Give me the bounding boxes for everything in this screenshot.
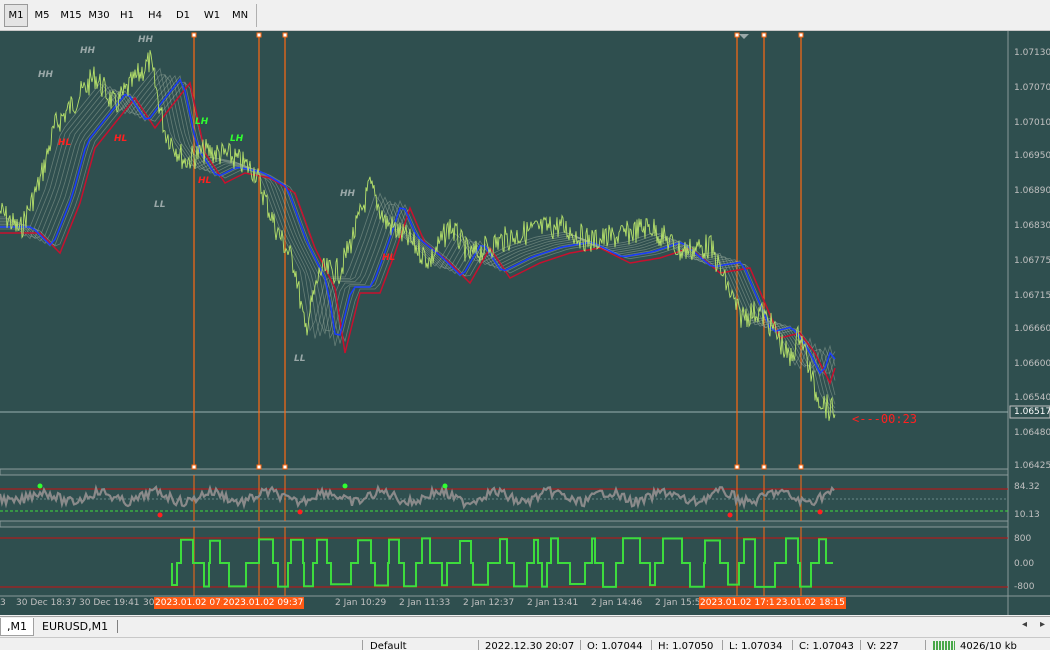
price-tick: 1.06830 [1014, 221, 1050, 231]
session-marker [282, 32, 288, 38]
ma-ribbon-line [0, 82, 836, 374]
swing-label: HL [382, 253, 396, 263]
tf-m30-button[interactable]: M30 [86, 5, 112, 26]
rsi-signal-dot [342, 483, 348, 489]
session-marker [798, 32, 804, 38]
swing-label: HH [38, 70, 54, 80]
session-marker [761, 464, 767, 470]
toolbar-separator [256, 4, 257, 27]
price-tick: 1.06660 [1014, 324, 1050, 334]
histogram-indicator [171, 537, 833, 588]
tab-separator [117, 620, 118, 633]
rsi-line [0, 483, 835, 510]
tf-w1-button[interactable]: W1 [200, 5, 224, 26]
bar-countdown: <---00:23 [852, 412, 918, 426]
time-tick: 2 Jan 12:37 [463, 598, 515, 608]
swing-label: LH [195, 117, 209, 127]
price-tick: 1.06600 [1014, 359, 1050, 369]
price-tick: 1.07010 [1014, 118, 1050, 128]
price-tick: 1.06950 [1014, 151, 1050, 161]
session-marker [282, 464, 288, 470]
tf-m15-button[interactable]: M15 [58, 5, 84, 26]
status-bar: Default 2022.12.30 20:07 O: 1.07044 H: 1… [0, 637, 1050, 650]
tf-mn-button[interactable]: MN [228, 5, 252, 26]
tf-d1-button[interactable]: D1 [171, 5, 195, 26]
time-highlight-label: 23.01.02 18:15 [775, 597, 846, 609]
tabs-scroll-right-icon[interactable]: ▸ [1040, 619, 1045, 630]
time-tick: 30 Dec 18:37 [16, 598, 77, 608]
histo-bottom-tick: -800 [1014, 582, 1035, 592]
swing-label: HH [340, 189, 356, 199]
ma-ribbon-line [0, 81, 836, 376]
chart-tab-eurusd[interactable]: EURUSD,M1 [36, 618, 114, 635]
swing-label: HL [114, 134, 128, 144]
price-tick: 1.06715 [1014, 291, 1050, 301]
rsi-top-tick: 84.32 [1014, 482, 1040, 492]
time-tick: 2 Jan 14:46 [591, 598, 643, 608]
time-highlight-label: 2023.01.02 07: [154, 597, 225, 609]
swing-labels: HH HH HH HH HL HL HL HL LH LH LL LL [38, 35, 396, 364]
chart-tabs-bar: ,M1 EURUSD,M1 ◂ ▸ [0, 616, 1050, 637]
swing-label: LL [154, 200, 166, 210]
time-tick: 30 [143, 598, 155, 608]
rsi-signal-dot [157, 512, 163, 518]
price-tick: 1.06540 [1014, 393, 1050, 403]
session-marker [191, 464, 197, 470]
time-highlight-label: 2023.01.02 09:37 [222, 597, 305, 609]
rsi-signal-dot [442, 483, 448, 489]
session-marker [256, 32, 262, 38]
time-tick: 2 Jan 13:41 [527, 598, 579, 608]
session-marker [734, 464, 740, 470]
swing-label: HL [198, 176, 212, 186]
tabs-scroll-left-icon[interactable]: ◂ [1022, 619, 1027, 630]
tf-h4-button[interactable]: H4 [143, 5, 167, 26]
time-tick: 2 Jan 15:5 [655, 598, 701, 608]
session-marker [761, 32, 767, 38]
swing-label: LL [294, 354, 306, 364]
time-tick: 2 Jan 10:29 [335, 598, 387, 608]
panel-separator-1 [0, 468, 1009, 476]
moving-average-ribbon [0, 67, 836, 416]
price-tick: 1.06890 [1014, 186, 1050, 196]
price-tick: 1.07070 [1014, 83, 1050, 93]
rsi-signal-dot [297, 509, 303, 515]
session-marker [798, 464, 804, 470]
tf-m5-button[interactable]: M5 [30, 5, 54, 26]
swing-label: HL [58, 138, 72, 148]
histo-top-tick: 800 [1014, 534, 1032, 544]
current-price-label: 1.06517 [1014, 407, 1050, 417]
chart-tab-active[interactable]: ,M1 [0, 618, 34, 636]
time-tick: 2 Jan 11:33 [399, 598, 451, 608]
swing-label: HH [138, 35, 154, 45]
session-marker [256, 464, 262, 470]
time-tick: 3 [0, 598, 6, 608]
ma-ribbon-line [0, 74, 836, 381]
session-vertical-lines [191, 32, 804, 596]
price-tick: 1.06480 [1014, 428, 1050, 438]
tf-m1-button[interactable]: M1 [4, 4, 28, 27]
time-highlight-label: 2023.01.02 17:11 [699, 597, 782, 609]
price-tick: 1.07130 [1014, 48, 1050, 58]
session-marker [734, 32, 740, 38]
rsi-signal-dot [817, 509, 823, 515]
rsi-signal-dot [37, 483, 43, 489]
price-tick: 1.06425 [1014, 461, 1050, 471]
tf-h1-button[interactable]: H1 [115, 5, 139, 26]
swing-label: HH [80, 46, 96, 56]
session-marker [191, 32, 197, 38]
swing-label: LH [230, 134, 244, 144]
rsi-signal-dot [727, 512, 733, 518]
scroll-marker-icon [739, 34, 749, 39]
chart-canvas[interactable]: HH HH HH HH HL HL HL HL LH LH LL LL [0, 31, 1050, 615]
ma-ribbon-line [0, 67, 836, 416]
time-tick: 30 Dec 19:41 [79, 598, 140, 608]
panel-separator-2 [0, 520, 1009, 528]
histo-mid-tick: 0.00 [1014, 559, 1035, 569]
histogram-bars [171, 537, 833, 588]
rsi-bottom-tick: 10.13 [1014, 510, 1040, 520]
timeframe-toolbar: M1 M5 M15 M30 H1 H4 D1 W1 MN [0, 0, 1050, 31]
chart-window[interactable]: HH HH HH HH HL HL HL HL LH LH LL LL 1.07130 1.07070… [0, 31, 1050, 615]
price-tick: 1.06775 [1014, 256, 1050, 266]
